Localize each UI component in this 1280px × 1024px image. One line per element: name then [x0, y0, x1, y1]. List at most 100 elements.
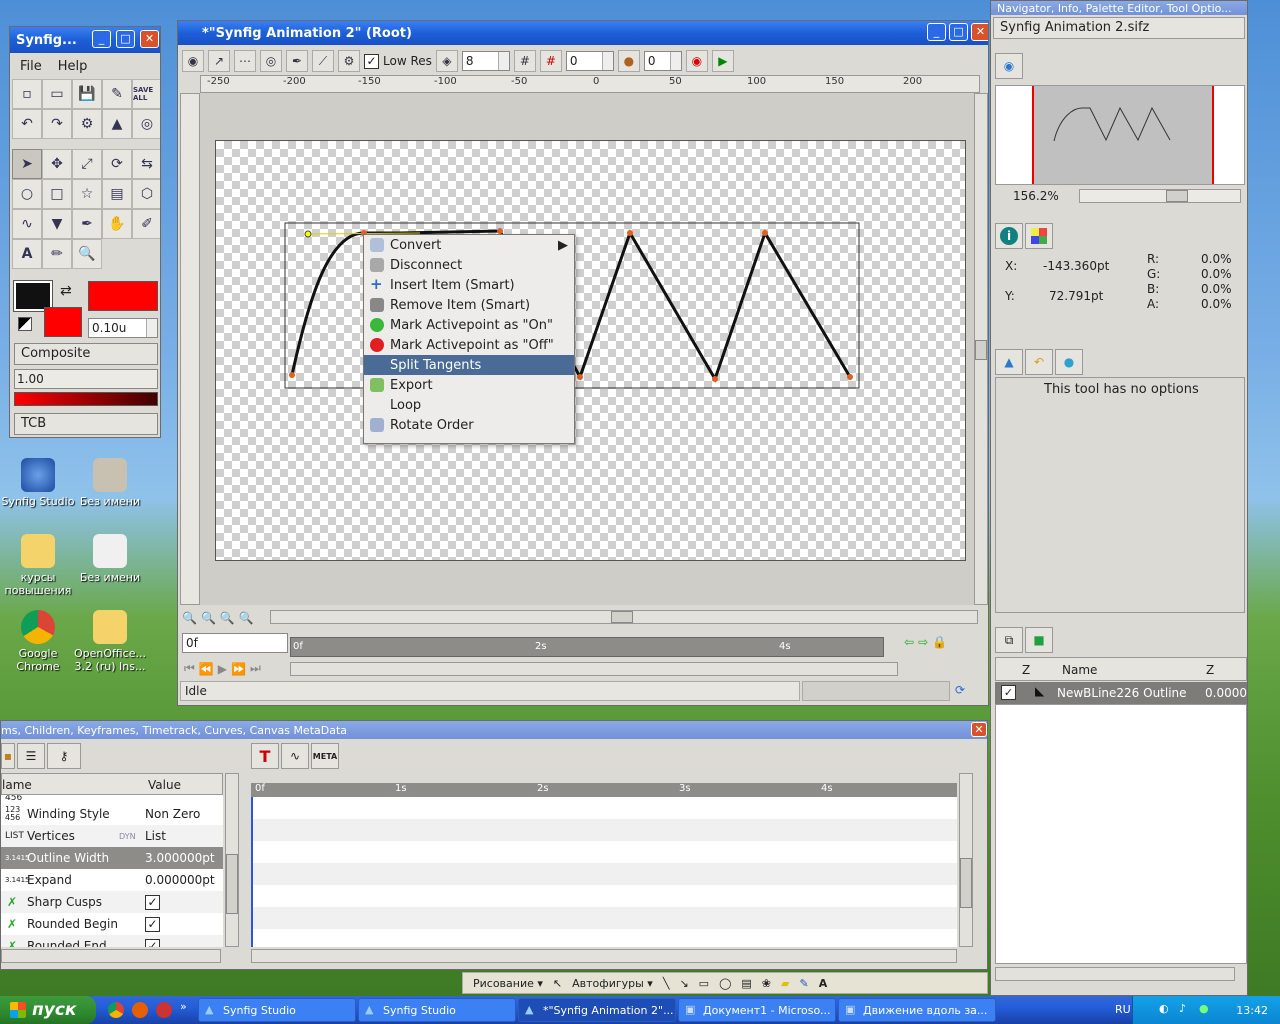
sharp-cusps-checkbox[interactable]: ✓ — [145, 894, 160, 910]
draw-menu[interactable]: Рисование ▾ — [473, 977, 543, 990]
help-button[interactable]: ◎ — [132, 109, 160, 139]
params-hscroll[interactable] — [1, 949, 221, 963]
menu-file[interactable]: File — [20, 59, 42, 74]
clipart-icon[interactable]: ❀ — [762, 977, 771, 990]
canvas-workarea[interactable] — [200, 93, 980, 605]
scroll-thumb[interactable] — [226, 854, 238, 914]
rounded-begin-checkbox[interactable]: ✓ — [145, 916, 160, 932]
maximize-button[interactable]: □ — [949, 23, 968, 41]
zoom-in-icon[interactable]: 🔍 — [220, 611, 235, 625]
arrow-icon[interactable]: ↘ — [679, 977, 688, 990]
rotate-tool[interactable]: ⟳ — [102, 149, 132, 179]
quicklaunch-firefox-icon[interactable] — [132, 1002, 148, 1018]
onion-past-spin[interactable]: 0 — [565, 51, 614, 71]
quicklaunch-chrome-icon[interactable] — [108, 1002, 124, 1018]
record-icon[interactable]: ◉ — [685, 50, 708, 72]
taskbar-button-animation[interactable]: ▲ *"Synfig Animation 2"... — [518, 998, 676, 1022]
rectangle-icon[interactable]: ▭ — [699, 977, 709, 990]
fill-tool[interactable]: ▼ — [42, 209, 72, 239]
param-row-winding[interactable]: 123 456 Winding Style Non Zero — [1, 803, 223, 825]
tangent-handles-icon[interactable]: ⋯ — [234, 50, 256, 72]
layer-row[interactable]: ✓ ◣ NewBLine226 Outline 0.0000 — [995, 682, 1247, 704]
timetrack-hscroll[interactable] — [251, 949, 957, 963]
play-icon[interactable]: ▶ — [218, 662, 227, 676]
spline-tool[interactable]: ∿ — [12, 209, 42, 239]
menu-help[interactable]: Help — [58, 59, 88, 74]
prev-keyframe-icon[interactable]: ⇦ — [904, 635, 914, 649]
line-color-icon[interactable]: ✎ — [799, 977, 808, 990]
start-button[interactable]: пуск — [0, 996, 96, 1024]
vertex-handles-icon[interactable]: ⟋ — [312, 50, 334, 72]
close-button[interactable]: ✕ — [971, 23, 988, 41]
tab-canvas-browser[interactable]: ● — [1055, 349, 1083, 375]
about-button[interactable]: ▲ — [102, 109, 132, 139]
grid-snap-icon[interactable]: # — [539, 50, 562, 72]
params-titlebar[interactable]: ms, Children, Keyframes, Timetrack, Curv… — [1, 721, 987, 739]
col-z[interactable]: Z — [1022, 663, 1030, 677]
seek-prev-icon[interactable]: ⏪ — [199, 662, 214, 676]
dock-titlebar[interactable]: Navigator, Info, Palette Editor, Tool Op… — [991, 1, 1247, 15]
gradient-tool[interactable]: ▤ — [102, 179, 132, 209]
navigator-file-select[interactable]: Synfig Animation 2.sifz — [993, 17, 1245, 39]
desktop-icon-chrome[interactable]: Google Chrome — [0, 610, 76, 673]
menu-item-convert[interactable]: Convert ▶ — [364, 235, 574, 255]
tab-info[interactable]: i — [995, 223, 1023, 249]
close-button[interactable]: ✕ — [971, 722, 987, 737]
params-vscroll[interactable] — [225, 773, 239, 947]
menu-item-insert[interactable]: + Insert Item (Smart) — [364, 275, 574, 295]
fill-color-icon[interactable]: ▰ — [781, 977, 789, 990]
scale-tool[interactable]: ⤢ — [72, 149, 102, 179]
taskbar-button-motion[interactable]: ▣ Движение вдоль за... — [838, 998, 996, 1022]
menu-item-mark-off[interactable]: Mark Activepoint as "Off" — [364, 335, 574, 355]
menu-item-remove[interactable]: Remove Item (Smart) — [364, 295, 574, 315]
tab-library[interactable]: ■ — [1025, 627, 1053, 653]
canvas-hscroll[interactable] — [270, 610, 978, 624]
tab-meta[interactable]: META — [311, 743, 339, 769]
setup-button[interactable]: ⚙ — [72, 109, 102, 139]
param-row-sharp-cusps[interactable]: ✗ Sharp Cusps ✓ — [1, 891, 223, 913]
col-z2[interactable]: Z — [1206, 663, 1214, 677]
tab-history[interactable]: ↶ — [1025, 349, 1053, 375]
reset-colors-icon[interactable] — [18, 317, 32, 331]
canvas-titlebar[interactable]: *"Synfig Animation 2" (Root) — [178, 21, 988, 45]
animation-mode-icon[interactable]: ◉ — [182, 50, 204, 72]
oval-icon[interactable]: ◯ — [719, 977, 731, 990]
param-row-rounded-end[interactable]: ✗ Rounded End ✓ — [1, 935, 223, 947]
layer-visibility-checkbox[interactable]: ✓ — [1001, 685, 1016, 700]
taskbar-button-synfig-1[interactable]: ▲ Synfig Studio — [198, 998, 356, 1022]
render-icon[interactable]: ⚙ — [338, 50, 360, 72]
scroll-thumb[interactable] — [975, 340, 987, 360]
amount-slider[interactable]: 1.00 — [14, 369, 158, 389]
toolbox-titlebar[interactable]: Synfig... — [10, 27, 160, 53]
param-row-vertices[interactable]: LIST Vertices DYN List — [1, 825, 223, 847]
tab-navigator[interactable]: ◉ — [995, 53, 1023, 79]
fill-color-swatch[interactable] — [88, 281, 158, 311]
new-file-button[interactable]: ▫ — [12, 79, 42, 109]
mirror-tool[interactable]: ⇆ — [132, 149, 160, 179]
tab-tool-options[interactable]: ▲ — [995, 349, 1023, 375]
tray-clock[interactable]: 13:42 — [1236, 1004, 1268, 1017]
lock-keyframe-icon[interactable]: 🔒 — [932, 635, 947, 649]
quicklaunch-more-icon[interactable]: » — [180, 1000, 187, 1013]
desktop-icon-openoffice[interactable]: OpenOffice... 3.2 (ru) Ins... — [72, 610, 148, 673]
low-res-checkbox[interactable]: ✓ — [364, 53, 379, 69]
menu-item-export[interactable]: Export — [364, 375, 574, 395]
bline-handles-icon[interactable]: ↗ — [208, 50, 230, 72]
menu-item-split-tangents[interactable]: Split Tangents — [364, 355, 574, 375]
desktop-icon-untitled-2[interactable]: Без имени — [72, 534, 148, 584]
onion-future-spin[interactable]: 0 — [643, 51, 682, 71]
seek-begin-icon[interactable]: ⏮ — [184, 661, 195, 676]
tab-palette[interactable] — [1025, 223, 1053, 249]
desktop-icon-courses-folder[interactable]: курсы повышения — [0, 534, 76, 597]
select-objects-icon[interactable]: ↖ — [553, 977, 562, 990]
play-icon[interactable]: ▶ — [711, 50, 734, 72]
tray-volume-icon[interactable]: ♪ — [1179, 1002, 1186, 1015]
param-row-outline-width[interactable]: 3.1415 Outline Width 3.000000pt — [1, 847, 223, 869]
interpolation-select[interactable]: TCB — [14, 413, 158, 435]
slider-thumb[interactable] — [1166, 190, 1188, 202]
col-name[interactable]: lame — [2, 778, 32, 792]
taskbar-button-word-doc[interactable]: ▣ Документ1 - Microso... — [678, 998, 836, 1022]
fill-color-small[interactable] — [44, 307, 82, 337]
tray-messenger-icon[interactable]: ● — [1199, 1002, 1209, 1015]
rectangle-tool[interactable]: □ — [42, 179, 72, 209]
